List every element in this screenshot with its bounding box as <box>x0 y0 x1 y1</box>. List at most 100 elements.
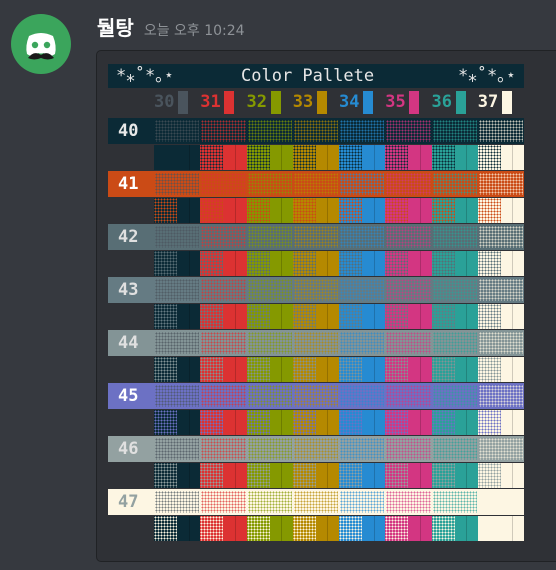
swatch-46-33-a <box>292 463 316 488</box>
swatch-45-33-b <box>315 410 339 435</box>
swatch-47-31-a <box>200 516 224 541</box>
bg-42-fg-31-text <box>201 226 246 248</box>
swatch-43-30-b <box>177 304 201 329</box>
swatch-41-37-b <box>500 198 524 223</box>
swatch-42-32-b <box>269 251 293 276</box>
discord-mustache-icon <box>26 33 56 60</box>
bg-47-fg-31-text <box>201 491 246 513</box>
swatch-41-33-b <box>315 198 339 223</box>
fg-code-35: 35 <box>385 92 406 112</box>
swatch-41-32-a <box>246 198 270 223</box>
swatch-47-30-b <box>177 516 201 541</box>
bg-41-fg-34-text <box>340 173 385 195</box>
fg-swatch-30 <box>178 91 188 114</box>
swatch-40-32-b <box>269 145 293 170</box>
swatch-41-30-b <box>177 198 201 223</box>
bg-42-fg-37-text <box>478 226 523 248</box>
swatch-46-33-b <box>315 463 339 488</box>
swatch-44-36-b <box>454 357 478 382</box>
bg-43-fg-36-text <box>432 279 477 301</box>
bg-46-fg-31-text <box>201 438 246 460</box>
swatch-43-33-a <box>292 304 316 329</box>
bg-43-fg-33-text <box>293 279 338 301</box>
bg-45-fg-34-text <box>340 385 385 407</box>
swatch-40-36-a <box>431 145 455 170</box>
swatch-43-34-b <box>362 304 386 329</box>
swatch-45-30-b <box>177 410 201 435</box>
swatch-42-34-b <box>362 251 386 276</box>
swatch-47-32-a <box>246 516 270 541</box>
bg-42-fg-34-text <box>340 226 385 248</box>
swatch-47-33-a <box>292 516 316 541</box>
swatch-42-36-a <box>431 251 455 276</box>
swatch-42-36-b <box>454 251 478 276</box>
swatch-47-36-b <box>454 516 478 541</box>
swatch-46-31-a <box>200 463 224 488</box>
bg-40-fg-36-text <box>432 120 477 142</box>
fg-code-33: 33 <box>292 92 314 112</box>
swatch-42-31-b <box>223 251 247 276</box>
swatch-43-32-a <box>246 304 270 329</box>
bg-40-fg-35-text <box>386 120 431 142</box>
swatch-46-30-b <box>177 463 201 488</box>
swatch-40-35-a <box>385 145 409 170</box>
swatch-41-30-a <box>154 198 178 223</box>
swatch-40-30-b <box>177 145 201 170</box>
swatch-43-37-b <box>500 304 524 329</box>
swatch-42-33-a <box>292 251 316 276</box>
swatch-42-30-b <box>177 251 201 276</box>
swatch-40-30-a <box>154 145 178 170</box>
bg-43-fg-32-text <box>247 279 292 301</box>
title-decoration-right: *⁎˚*｡⋆ <box>458 66 516 86</box>
bg-46-fg-36-text <box>432 438 477 460</box>
swatch-41-35-b <box>408 198 432 223</box>
bg-41-fg-31-text <box>201 173 246 195</box>
swatch-44-33-b <box>315 357 339 382</box>
swatch-46-36-a <box>431 463 455 488</box>
swatch-45-34-a <box>339 410 363 435</box>
fg-code-37: 37 <box>477 92 499 112</box>
swatch-43-32-b <box>269 304 293 329</box>
avatar[interactable] <box>11 14 71 74</box>
swatch-44-33-a <box>292 357 316 382</box>
swatch-43-35-b <box>408 304 432 329</box>
swatch-40-37-b <box>500 145 524 170</box>
fg-swatch-35 <box>409 91 420 114</box>
username[interactable]: 둴탕 <box>97 12 134 41</box>
swatch-47-32-b <box>269 516 293 541</box>
swatch-46-34-a <box>339 463 363 488</box>
swatch-47-31-b <box>223 516 247 541</box>
bg-44-fg-33-text <box>293 332 338 354</box>
bg-46-fg-34-text <box>340 438 385 460</box>
swatch-43-37-a <box>477 304 501 329</box>
swatch-43-31-a <box>200 304 224 329</box>
swatch-41-34-b <box>362 198 386 223</box>
bg-code-44: 44 <box>118 333 139 353</box>
bg-46-fg-30-text <box>155 438 200 460</box>
bg-code-42: 42 <box>118 227 139 247</box>
bg-45-fg-33-text <box>293 385 338 407</box>
swatch-40-35-b <box>408 145 432 170</box>
swatch-45-32-a <box>246 410 270 435</box>
swatch-43-36-b <box>454 304 478 329</box>
bg-46-fg-37-text <box>478 438 523 460</box>
fg-swatch-34 <box>363 91 373 114</box>
bg-43-fg-37-text <box>478 279 523 301</box>
bg-47-fg-35-text <box>386 491 431 513</box>
swatch-44-35-a <box>385 357 409 382</box>
bg-41-fg-35-text <box>386 173 431 195</box>
fg-code-36: 36 <box>431 92 452 112</box>
bg-45-fg-35-text <box>386 385 431 407</box>
swatch-45-32-b <box>269 410 293 435</box>
bg-42-fg-32-text <box>247 226 292 248</box>
swatch-43-34-a <box>339 304 363 329</box>
bg-40-fg-30-text <box>155 120 200 142</box>
swatch-45-36-a <box>431 410 455 435</box>
swatch-46-34-b <box>362 463 386 488</box>
swatch-40-31-a <box>200 145 224 170</box>
swatch-40-36-b <box>454 145 478 170</box>
bg-40-fg-31-text <box>201 120 246 142</box>
swatch-43-36-a <box>431 304 455 329</box>
timestamp: 오늘 오후 10:24 <box>143 23 245 39</box>
title-decoration-left: *⁎˚*｡⋆ <box>116 66 174 86</box>
